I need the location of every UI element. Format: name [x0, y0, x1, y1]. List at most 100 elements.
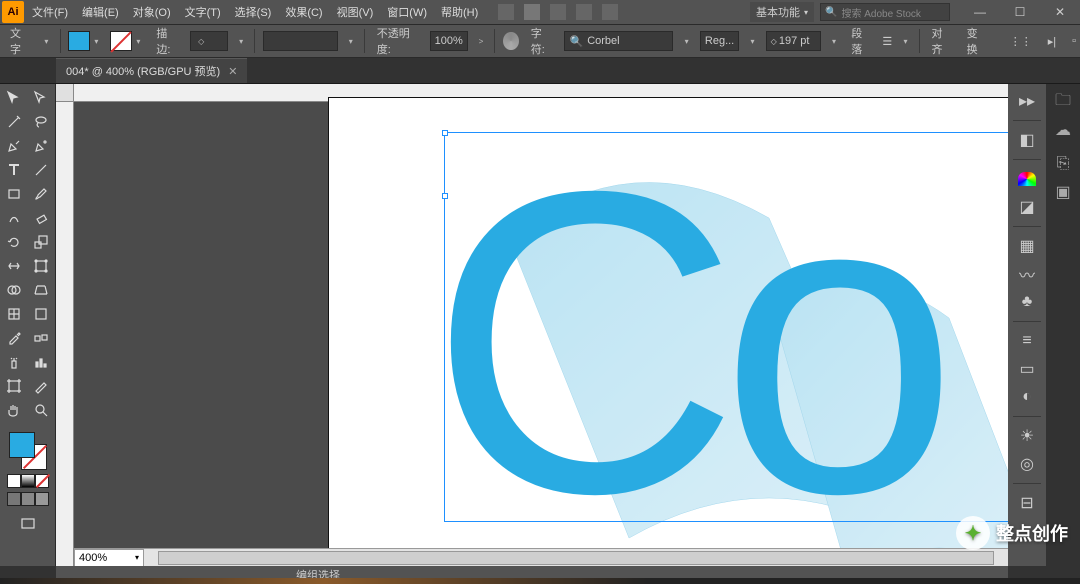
- color-mode-icon[interactable]: [7, 474, 21, 488]
- selection-tool[interactable]: [0, 86, 28, 110]
- quick-icon-1[interactable]: [498, 4, 514, 20]
- horizontal-scrollbar[interactable]: [158, 551, 994, 565]
- paintbrush-tool[interactable]: [28, 182, 56, 206]
- paragraph-icon[interactable]: ☰: [882, 35, 892, 48]
- curvature-tool[interactable]: [28, 134, 56, 158]
- menu-view[interactable]: 视图(V): [337, 4, 374, 20]
- export-icon[interactable]: ⎘: [1049, 150, 1077, 178]
- swatches-panel-icon[interactable]: ▦: [1012, 233, 1042, 259]
- quick-icon-5[interactable]: [602, 4, 618, 20]
- recolor-icon[interactable]: [503, 32, 519, 50]
- hand-tool[interactable]: [0, 398, 28, 422]
- asset-icon[interactable]: ▣: [1049, 178, 1077, 206]
- stroke-panel-icon[interactable]: ≡: [1012, 328, 1042, 354]
- selection-handle[interactable]: [442, 130, 448, 136]
- cc-libraries-icon[interactable]: ☁: [1049, 116, 1077, 144]
- stock-search-input[interactable]: 🔍 搜索 Adobe Stock: [820, 3, 950, 21]
- fill-swatch[interactable]: ▾: [68, 31, 102, 51]
- quick-icon-2[interactable]: [524, 4, 540, 20]
- stroke-weight-dd[interactable]: ▾: [236, 37, 246, 46]
- rotate-tool[interactable]: [0, 230, 28, 254]
- pen-tool[interactable]: [0, 134, 28, 158]
- stroke-swatch[interactable]: ▾: [110, 31, 144, 51]
- canvas-viewport[interactable]: Co: [74, 102, 1008, 548]
- stroke-weight-input[interactable]: ◇: [190, 31, 228, 51]
- menu-file[interactable]: 文件(F): [32, 4, 68, 20]
- type-tool[interactable]: [0, 158, 28, 182]
- brushes-panel-icon[interactable]: 〰: [1012, 261, 1042, 287]
- gradient-mode-icon[interactable]: [21, 474, 35, 488]
- line-segment-tool[interactable]: [28, 158, 56, 182]
- appearance-panel-icon[interactable]: ☀: [1012, 423, 1042, 449]
- options-more-2[interactable]: ▸|: [1044, 35, 1060, 48]
- screen-mode-icon[interactable]: [14, 512, 42, 536]
- workspace-switcher[interactable]: 基本功能 ▾: [750, 2, 814, 22]
- options-more-1[interactable]: ⋮⋮: [1006, 35, 1036, 48]
- menu-window[interactable]: 窗口(W): [387, 4, 427, 20]
- menu-object[interactable]: 对象(O): [133, 4, 171, 20]
- zoom-tool[interactable]: [28, 398, 56, 422]
- align-panel-icon[interactable]: ⊟: [1012, 490, 1042, 516]
- document-tab[interactable]: 004* @ 400% (RGB/GPU 预览) ✕: [56, 58, 247, 83]
- blend-tool[interactable]: [28, 326, 56, 350]
- fill-stroke-indicator[interactable]: [9, 432, 47, 470]
- menu-effect[interactable]: 效果(C): [285, 4, 322, 20]
- opacity-dd[interactable]: >: [476, 37, 486, 46]
- symbols-panel-icon[interactable]: ♣: [1012, 289, 1042, 315]
- artboard-tool[interactable]: [0, 374, 28, 398]
- tool-dropdown-icon[interactable]: ▾: [41, 37, 51, 46]
- close-tab-icon[interactable]: ✕: [228, 65, 237, 78]
- symbol-sprayer-tool[interactable]: [0, 350, 28, 374]
- layers-panel-icon[interactable]: ◧: [1012, 127, 1042, 153]
- draw-inside-icon[interactable]: [35, 492, 49, 506]
- close-button[interactable]: ✕: [1040, 0, 1080, 24]
- none-mode-icon[interactable]: [35, 474, 49, 488]
- menu-select[interactable]: 选择(S): [235, 4, 272, 20]
- draw-normal-icon[interactable]: [7, 492, 21, 506]
- scale-tool[interactable]: [28, 230, 56, 254]
- paragraph-label[interactable]: 段落: [847, 25, 874, 57]
- font-family-dd[interactable]: ▾: [681, 37, 691, 46]
- font-style-dd[interactable]: ▾: [747, 37, 757, 46]
- brush-dd[interactable]: ▾: [346, 37, 356, 46]
- vertical-ruler[interactable]: [56, 102, 74, 566]
- gradient-tool[interactable]: [28, 302, 56, 326]
- font-size-dd[interactable]: ▾: [829, 37, 839, 46]
- direct-selection-tool[interactable]: [28, 86, 56, 110]
- lasso-tool[interactable]: [28, 110, 56, 134]
- align-label[interactable]: 对齐: [928, 25, 955, 57]
- options-more-3[interactable]: ▫: [1068, 35, 1080, 47]
- selection-handle[interactable]: [442, 193, 448, 199]
- width-tool[interactable]: [0, 254, 28, 278]
- perspective-grid-tool[interactable]: [28, 278, 56, 302]
- quick-icon-3[interactable]: [550, 4, 566, 20]
- eyedropper-tool[interactable]: [0, 326, 28, 350]
- minimize-button[interactable]: —: [960, 0, 1000, 24]
- font-size-input[interactable]: ◇197 pt: [766, 31, 821, 51]
- shaper-tool[interactable]: [0, 206, 28, 230]
- menu-edit[interactable]: 编辑(E): [82, 4, 119, 20]
- menu-type[interactable]: 文字(T): [185, 4, 221, 20]
- menu-help[interactable]: 帮助(H): [441, 4, 478, 20]
- font-family-input[interactable]: 🔍Corbel: [564, 31, 673, 51]
- brush-def-input[interactable]: [263, 31, 337, 51]
- zoom-level-input[interactable]: 400%▾: [74, 549, 144, 567]
- gradient-panel-icon[interactable]: ▭: [1012, 356, 1042, 382]
- shape-builder-tool[interactable]: [0, 278, 28, 302]
- magic-wand-tool[interactable]: [0, 110, 28, 134]
- transform-label[interactable]: 变换: [963, 25, 990, 57]
- color-guide-panel-icon[interactable]: ◪: [1012, 194, 1042, 220]
- font-style-input[interactable]: Reg...: [700, 31, 739, 51]
- eraser-tool[interactable]: [28, 206, 56, 230]
- draw-behind-icon[interactable]: [21, 492, 35, 506]
- ruler-origin[interactable]: [56, 84, 74, 102]
- slice-tool[interactable]: [28, 374, 56, 398]
- graphic-styles-panel-icon[interactable]: ◎: [1012, 451, 1042, 477]
- transparency-panel-icon[interactable]: ◐: [1012, 384, 1042, 410]
- quick-icon-4[interactable]: [576, 4, 592, 20]
- rectangle-tool[interactable]: [0, 182, 28, 206]
- column-graph-tool[interactable]: [28, 350, 56, 374]
- opacity-input[interactable]: 100%: [430, 31, 468, 51]
- fill-color-box[interactable]: [9, 432, 35, 458]
- mesh-tool[interactable]: [0, 302, 28, 326]
